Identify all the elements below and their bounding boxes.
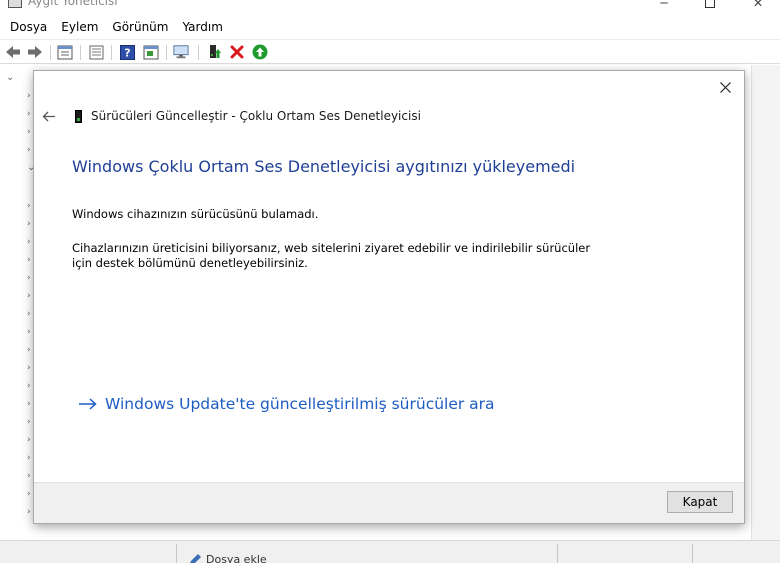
update-driver-icon[interactable] (206, 44, 222, 60)
dialog-message-not-found: Windows cihazınızın sürücüsünü bulamadı. (72, 207, 319, 221)
tree-expander-open[interactable]: ⌄ (6, 73, 14, 83)
back-arrow-icon (42, 111, 55, 121)
toolbar-separator (80, 45, 81, 60)
menubar: Dosya Eylem Görünüm Yardım (0, 16, 780, 38)
dialog-message-manufacturer: Cihazlarınızın üreticisini biliyorsanız,… (72, 241, 591, 270)
menu-eylem[interactable]: Eylem (54, 16, 105, 38)
menu-dosya[interactable]: Dosya (3, 16, 54, 38)
windows-update-search-link[interactable]: Windows Update'te güncelleştirilmiş sürü… (79, 395, 495, 413)
close-icon (719, 81, 731, 93)
status-separator (557, 544, 558, 563)
window-close-button[interactable]: ✕ (738, 0, 778, 10)
device-manager-icon (8, 0, 22, 8)
dialog-close-button[interactable] (714, 77, 736, 97)
back-icon[interactable] (5, 44, 21, 60)
monitor-icon[interactable] (173, 44, 189, 60)
update-drivers-dialog: Sürücüleri Güncelleştir - Çoklu Ortam Se… (33, 70, 745, 524)
kapat-button[interactable]: Kapat (667, 491, 733, 513)
window-title: Aygıt Yöneticisi (28, 0, 118, 8)
statusbar: Dosya ekle (0, 540, 780, 563)
list-icon[interactable] (88, 44, 104, 60)
vertical-scrollbar[interactable] (751, 65, 780, 540)
status-separator (692, 544, 693, 563)
help-icon[interactable]: ? (119, 44, 135, 60)
menu-yardim[interactable]: Yardım (175, 16, 229, 38)
status-separator (176, 544, 177, 563)
toolbar-separator (198, 45, 199, 60)
dialog-back-button[interactable] (41, 108, 57, 124)
view-icon[interactable] (143, 44, 159, 60)
maximize-button[interactable] (690, 0, 730, 10)
toolbar-separator (50, 45, 51, 60)
enable-device-icon[interactable] (252, 44, 268, 60)
minimize-button[interactable]: ─ (644, 0, 684, 10)
status-label: Dosya ekle (206, 553, 267, 563)
menu-gorunum[interactable]: Görünüm (105, 16, 175, 38)
remove-device-icon[interactable] (229, 44, 245, 60)
window-titlebar: Aygıt Yöneticisi ─ ✕ (0, 0, 780, 16)
dialog-heading: Windows Çoklu Ortam Ses Denetleyicisi ay… (72, 157, 576, 176)
windows-update-link-text[interactable]: Windows Update'te güncelleştirilmiş sürü… (105, 395, 495, 413)
properties-icon[interactable] (57, 44, 73, 60)
toolbar-separator (166, 45, 167, 60)
dialog-footer: Kapat (34, 482, 744, 523)
maximize-icon (705, 0, 715, 8)
toolbar-separator (111, 45, 112, 60)
svg-text:?: ? (124, 46, 130, 59)
status-text: Dosya ekle (188, 553, 267, 563)
dialog-header-title: Sürücüleri Güncelleştir - Çoklu Ortam Se… (91, 109, 421, 123)
pencil-icon (189, 553, 201, 563)
forward-icon[interactable] (27, 44, 43, 60)
toolbar: ? (0, 39, 780, 64)
device-tree: ⌄ › › › › ⌄ › › › › › › › › › › › › › › … (0, 65, 35, 540)
arrow-right-icon (79, 398, 97, 410)
audio-device-icon (75, 110, 82, 123)
